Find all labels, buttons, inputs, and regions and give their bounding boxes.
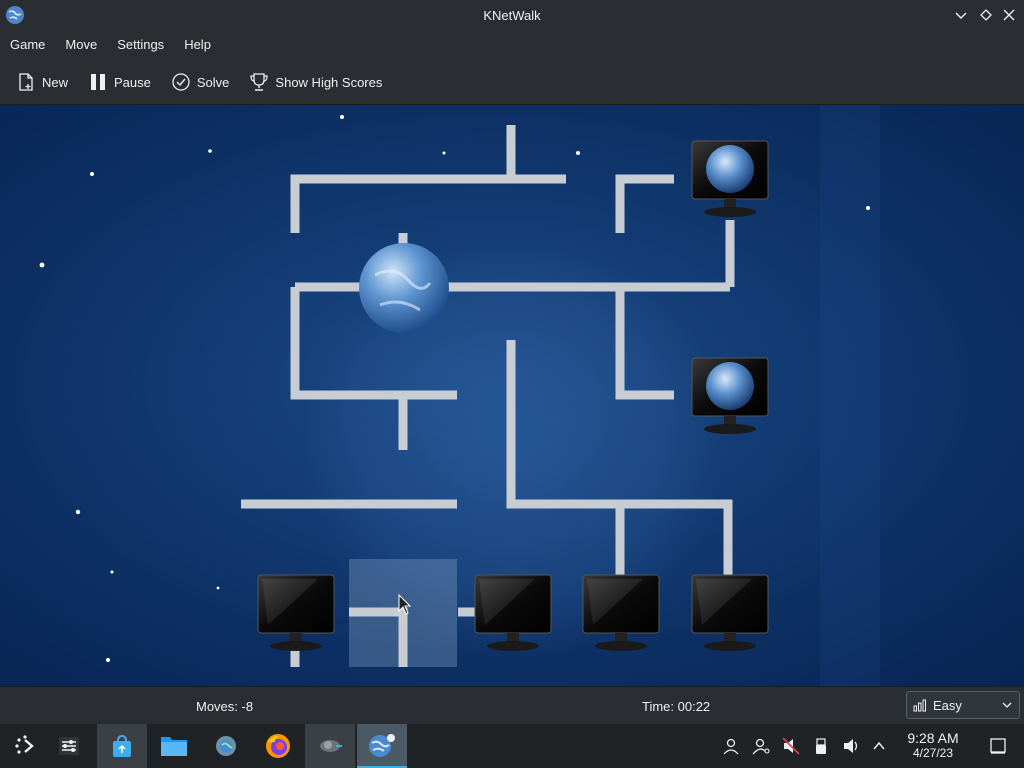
pause-button[interactable]: Pause [78, 60, 161, 104]
firefox-icon [266, 734, 290, 758]
solve-label: Solve [196, 74, 230, 90]
gear-icon [216, 736, 236, 756]
difficulty-value: Easy [933, 697, 962, 713]
folder-icon [161, 737, 187, 756]
sliders-icon [59, 737, 79, 755]
new-document-icon [19, 73, 33, 91]
close-icon [1003, 9, 1015, 21]
computer-monitor [691, 574, 769, 651]
signal-bars-icon [913, 699, 926, 712]
high-scores-button[interactable]: Show High Scores [239, 60, 392, 104]
application-icon [320, 740, 342, 752]
chevron-down-icon [1002, 702, 1012, 708]
diamond-icon [980, 9, 992, 21]
trophy-icon [250, 73, 269, 91]
computer-monitor [257, 574, 335, 651]
pause-icon [91, 74, 106, 90]
game-board[interactable] [0, 105, 1024, 686]
task-knetwalk[interactable] [357, 724, 407, 768]
digital-clock[interactable]: 9:28 AM 4/27/23 [894, 731, 972, 761]
show-desktop-icon[interactable] [988, 736, 1008, 756]
new-label: New [42, 74, 69, 90]
globe-icon [369, 734, 395, 757]
task-discover[interactable] [97, 724, 147, 768]
menu-bar: Game Move Settings Help [0, 30, 1024, 60]
taskbar: 9:28 AM 4/27/23 [0, 724, 1024, 768]
menu-settings[interactable]: Settings [107, 30, 174, 60]
shopping-bag-icon [113, 734, 131, 757]
status-bar: Moves: -8 Time: 00:22 Easy [0, 686, 1024, 725]
steamdeck-logo-icon [15, 735, 34, 754]
time-counter: Time: 00:22 [642, 699, 711, 714]
moves-counter: Moves: -8 [196, 699, 254, 714]
chevron-down-icon [955, 12, 967, 19]
network-field[interactable] [0, 105, 1024, 686]
clock-date: 4/27/23 [912, 746, 954, 760]
new-button[interactable]: New [0, 60, 78, 104]
title-bar: KNetWalk [0, 0, 1024, 30]
globe-icon [6, 6, 24, 24]
server-globe [359, 243, 449, 333]
computer-monitor-connected [691, 140, 769, 217]
pause-label: Pause [114, 74, 151, 90]
application-launcher[interactable] [0, 724, 50, 768]
task-file-manager[interactable] [149, 724, 199, 768]
high-scores-label: Show High Scores [275, 74, 383, 90]
clock-time: 9:28 AM [907, 730, 959, 746]
toolbar: New Pause Solve Show High Scores [0, 60, 1024, 105]
background-stripe [820, 105, 880, 686]
checkmark-circle-icon [172, 73, 190, 91]
menu-help[interactable]: Help [174, 30, 221, 60]
user-switch-icon[interactable] [751, 736, 771, 756]
task-firefox[interactable] [253, 724, 303, 768]
task-dolphin-rocket[interactable] [305, 724, 355, 768]
menu-game[interactable]: Game [0, 30, 55, 60]
task-discover-settings[interactable] [201, 724, 251, 768]
volume-icon[interactable] [841, 736, 861, 756]
microphone-muted-icon[interactable] [781, 736, 801, 756]
usb-device-icon[interactable] [811, 736, 831, 756]
minimize-button[interactable] [952, 6, 970, 24]
menu-move[interactable]: Move [55, 30, 107, 60]
solve-button[interactable]: Solve [161, 60, 240, 104]
close-button[interactable] [1000, 6, 1018, 24]
window-title: KNetWalk [483, 7, 541, 23]
difficulty-select[interactable]: Easy [906, 691, 1020, 719]
maximize-button[interactable] [977, 6, 995, 24]
task-system-settings[interactable] [44, 724, 94, 768]
chevron-up-icon[interactable] [869, 736, 889, 756]
user-icon[interactable] [721, 736, 741, 756]
